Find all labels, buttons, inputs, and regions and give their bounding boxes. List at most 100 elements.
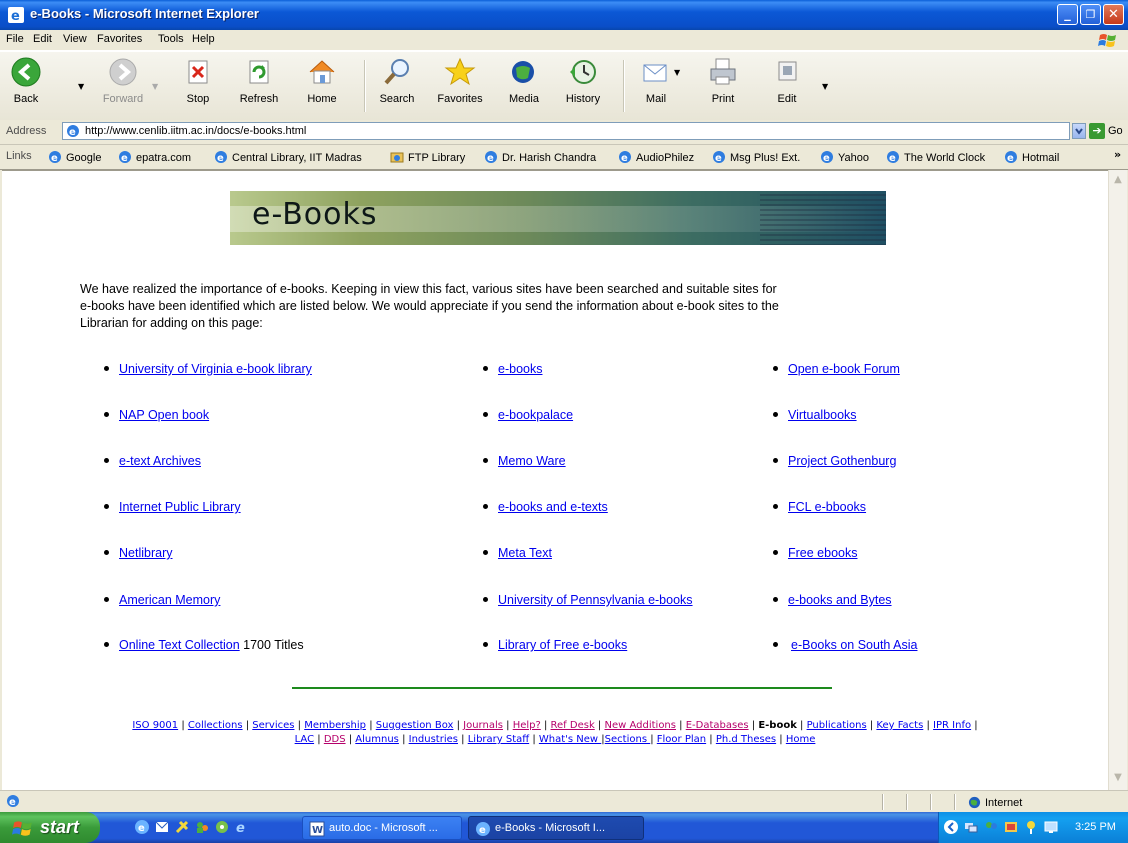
link-etext-archives[interactable]: e-text Archives — [119, 454, 201, 468]
link-internet-public-library[interactable]: Internet Public Library — [119, 500, 241, 514]
footer-link-e-databases[interactable]: E-Databases — [686, 720, 749, 731]
footer-link-journals[interactable]: Journals — [463, 720, 503, 731]
taskbar-button-ie[interactable]: e e-Books - Microsoft I... — [468, 816, 644, 840]
footer-link-suggestion-box[interactable]: Suggestion Box — [376, 720, 454, 731]
link-netlibrary[interactable]: Netlibrary — [119, 546, 173, 560]
mail-dropdown-icon[interactable]: ▼ — [674, 68, 680, 77]
tray-network-icon[interactable] — [963, 819, 979, 835]
footer-link-whats-new[interactable]: What's New — [539, 734, 601, 745]
address-input[interactable]: e http://www.cenlib.iitm.ac.in/docs/e-bo… — [62, 122, 1070, 140]
footer-link-floor-plan[interactable]: Floor Plan — [657, 734, 706, 745]
scroll-down-arrow-icon[interactable]: ▼ — [1110, 770, 1126, 786]
tray-expand-icon[interactable] — [943, 819, 959, 835]
scroll-up-arrow-icon[interactable]: ▲ — [1110, 172, 1126, 188]
forward-dropdown-icon[interactable]: ▼ — [152, 82, 158, 91]
tray-messenger-icon[interactable] — [983, 819, 999, 835]
link-central-library[interactable]: e Central Library, IIT Madras — [214, 150, 362, 164]
link-hotmail[interactable]: e Hotmail — [1004, 150, 1059, 164]
link-ebooks-and-etexts[interactable]: e-books and e-texts — [498, 500, 608, 514]
menu-edit[interactable]: Edit — [33, 33, 52, 45]
links-overflow-chevron-icon[interactable]: » — [1114, 148, 1121, 161]
address-dropdown-button[interactable] — [1072, 123, 1086, 139]
menu-help[interactable]: Help — [192, 33, 215, 45]
link-fcl-ebbooks[interactable]: FCL e-bbooks — [788, 500, 866, 514]
link-upenn-ebooks[interactable]: University of Pennsylvania e-books — [498, 593, 693, 607]
link-online-text-collection[interactable]: Online Text Collection — [119, 638, 240, 652]
footer-link-new-additions[interactable]: New Additions — [604, 720, 676, 731]
back-dropdown-icon[interactable]: ▼ — [78, 82, 84, 91]
footer-link-membership[interactable]: Membership — [304, 720, 366, 731]
taskbar-button-word[interactable]: W auto.doc - Microsoft ... — [302, 816, 462, 840]
go-arrow-icon[interactable]: ➔ — [1089, 123, 1105, 139]
footer-link-services[interactable]: Services — [252, 720, 294, 731]
media-button[interactable]: Media — [503, 56, 545, 105]
quicklaunch-media-icon[interactable] — [174, 819, 190, 835]
go-button[interactable]: Go — [1108, 125, 1123, 137]
link-open-ebook-forum[interactable]: Open e-book Forum — [788, 362, 900, 376]
footer-link-iso[interactable]: ISO 9001 — [132, 720, 178, 731]
footer-link-home[interactable]: Home — [786, 734, 816, 745]
link-e-books[interactable]: e-books — [498, 362, 542, 376]
title-bar[interactable]: e e-Books - Microsoft Internet Explorer … — [0, 0, 1128, 30]
link-ebooks-south-asia[interactable]: e-Books on South Asia — [791, 638, 917, 652]
footer-link-key-facts[interactable]: Key Facts — [876, 720, 923, 731]
print-button[interactable]: Print — [706, 56, 740, 105]
refresh-button[interactable]: Refresh — [236, 56, 282, 105]
link-ftp-library[interactable]: FTP Library — [390, 150, 465, 164]
link-ebooks-and-bytes[interactable]: e-books and Bytes — [788, 593, 892, 607]
link-e-bookpalace[interactable]: e-bookpalace — [498, 408, 573, 422]
favorites-button[interactable]: Favorites — [432, 56, 488, 105]
quicklaunch-outlook-icon[interactable] — [154, 819, 170, 835]
link-american-memory[interactable]: American Memory — [119, 593, 220, 607]
footer-link-ipr-info[interactable]: IPR Info — [933, 720, 971, 731]
edit-dropdown-icon[interactable]: ▼ — [822, 82, 828, 91]
quicklaunch-ie-icon[interactable]: e — [234, 819, 250, 835]
footer-link-ref-desk[interactable]: Ref Desk — [551, 720, 595, 731]
quicklaunch-messenger-icon[interactable] — [194, 819, 210, 835]
link-nap-open-book[interactable]: NAP Open book — [119, 408, 209, 422]
tray-alert-icon[interactable] — [1023, 819, 1039, 835]
maximize-button[interactable]: ❐ — [1080, 4, 1101, 25]
stop-button[interactable]: Stop — [180, 56, 216, 105]
menu-view[interactable]: View — [63, 33, 87, 45]
link-msg-plus[interactable]: e Msg Plus! Ext. — [712, 150, 800, 164]
link-memo-ware[interactable]: Memo Ware — [498, 454, 566, 468]
link-project-gothenburg[interactable]: Project Gothenburg — [788, 454, 896, 468]
footer-link-help[interactable]: Help? — [513, 720, 541, 731]
close-button[interactable]: ✕ — [1103, 4, 1124, 25]
tray-app-icon[interactable] — [1003, 819, 1019, 835]
home-button[interactable]: Home — [302, 56, 342, 105]
back-button[interactable]: Back — [6, 56, 46, 105]
vertical-scrollbar[interactable]: ▲ ▼ — [1108, 170, 1127, 790]
forward-button[interactable]: Forward — [98, 56, 148, 105]
link-virtualbooks[interactable]: Virtualbooks — [788, 408, 857, 422]
menu-tools[interactable]: Tools — [158, 33, 184, 45]
link-audiophilez[interactable]: e AudioPhilez — [618, 150, 694, 164]
link-google[interactable]: e Google — [48, 150, 101, 164]
quicklaunch-app-icon[interactable] — [214, 819, 230, 835]
history-button[interactable]: History — [560, 56, 606, 105]
footer-link-library-staff[interactable]: Library Staff — [468, 734, 529, 745]
link-free-ebooks[interactable]: Free ebooks — [788, 546, 857, 560]
footer-link-publications[interactable]: Publications — [807, 720, 867, 731]
edit-button[interactable]: Edit — [770, 56, 804, 105]
footer-link-alumnus[interactable]: Alumnus — [355, 734, 399, 745]
footer-link-dds[interactable]: DDS — [324, 734, 346, 745]
quicklaunch-ie-icon[interactable]: e — [134, 819, 150, 835]
minimize-button[interactable]: _ — [1057, 4, 1078, 25]
footer-link-phd-theses[interactable]: Ph.d Theses — [716, 734, 776, 745]
link-epatra[interactable]: e epatra.com — [118, 150, 191, 164]
link-yahoo[interactable]: e Yahoo — [820, 150, 869, 164]
footer-link-collections[interactable]: Collections — [188, 720, 243, 731]
link-world-clock[interactable]: e The World Clock — [886, 150, 985, 164]
link-meta-text[interactable]: Meta Text — [498, 546, 552, 560]
footer-link-lac[interactable]: LAC — [295, 734, 314, 745]
link-library-of-free-ebooks[interactable]: Library of Free e-books — [498, 638, 627, 652]
start-button[interactable]: start — [0, 812, 100, 843]
menu-favorites[interactable]: Favorites — [97, 33, 142, 45]
menu-file[interactable]: File — [6, 33, 24, 45]
link-uva-ebook-library[interactable]: University of Virginia e-book library — [119, 362, 312, 376]
link-harish-chandra[interactable]: e Dr. Harish Chandra — [484, 150, 596, 164]
mail-button[interactable]: Mail — [636, 56, 676, 105]
footer-link-sections[interactable]: Sections — [605, 734, 651, 745]
